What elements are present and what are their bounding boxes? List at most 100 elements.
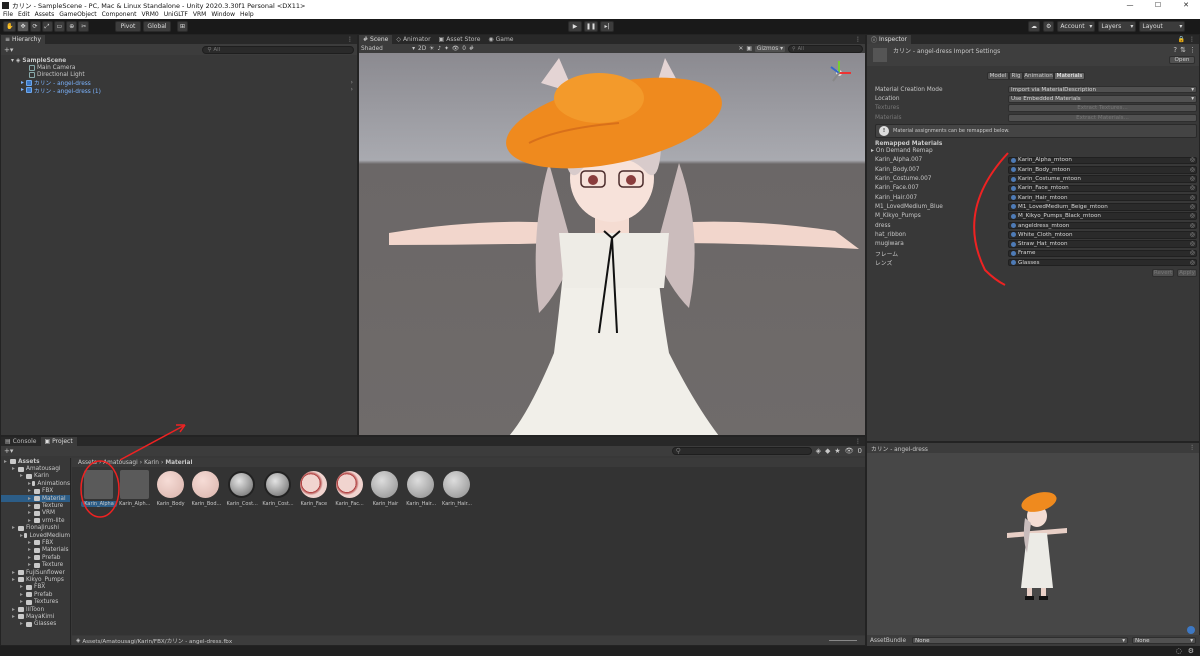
folder-tree-item[interactable]: ▸ MayaKimi: [1, 613, 70, 620]
folder-tree-item[interactable]: ▸ FBX: [1, 488, 70, 495]
asset-item[interactable]: Karin_Cost...: [225, 470, 259, 514]
breadcrumb-item[interactable]: Material: [165, 460, 192, 466]
object-picker-icon[interactable]: ◎: [1190, 176, 1195, 182]
create-button[interactable]: +▾: [4, 46, 13, 54]
remap-material-field[interactable]: Karin_Hair_mtoon ◎: [1008, 193, 1197, 202]
assetbundle-dropdown[interactable]: None ▾: [912, 636, 1128, 645]
tab-materials[interactable]: Materials: [1054, 72, 1085, 80]
context-menu-icon[interactable]: ⋮: [1189, 46, 1196, 54]
object-picker-icon[interactable]: ◎: [1190, 204, 1195, 210]
remap-material-field[interactable]: White_Cloth_mtoon ◎: [1008, 231, 1197, 239]
close-button[interactable]: ✕: [1172, 0, 1200, 10]
camera-settings-icon[interactable]: ✕: [739, 46, 744, 52]
mode-2d-toggle[interactable]: 2D: [418, 46, 426, 52]
menu-unigltf[interactable]: UniGLTF: [164, 11, 188, 18]
asset-item[interactable]: Karin_Fac...: [333, 470, 367, 514]
scene-camera-icon[interactable]: ▣: [746, 46, 751, 52]
layers-dropdown[interactable]: Layers ▾: [1098, 21, 1137, 32]
material-creation-mode-dropdown[interactable]: Import via MaterialDescription ▾: [1008, 85, 1197, 94]
folder-tree-item[interactable]: ▸ VRM: [1, 510, 70, 517]
create-button[interactable]: +▾: [4, 447, 13, 455]
filter-by-label-icon[interactable]: ◆: [825, 447, 830, 455]
remap-material-field[interactable]: angeldress_mtoon ◎: [1008, 221, 1197, 230]
tab-rig[interactable]: Rig: [1009, 72, 1023, 80]
hierarchy-search-input[interactable]: ⚲ All: [202, 45, 354, 54]
folder-tree-item[interactable]: ▸ lilToon: [1, 606, 70, 613]
hidden-packages-icon[interactable]: 👁: [845, 447, 854, 455]
collab-icon[interactable]: ⚙: [1043, 21, 1055, 32]
object-picker-icon[interactable]: ◎: [1190, 157, 1195, 163]
lighting-toggle-icon[interactable]: ☀: [429, 46, 434, 52]
minimize-button[interactable]: —: [1116, 0, 1144, 10]
custom-tool-icon[interactable]: ✂: [78, 21, 90, 32]
breadcrumb-item[interactable]: Karin: [144, 460, 159, 466]
remap-material-field[interactable]: Straw_Hat_mtoon ◎: [1008, 240, 1197, 248]
asset-item[interactable]: Karin_Hair: [368, 470, 402, 514]
gizmos-dropdown[interactable]: Gizmos ▾: [754, 45, 785, 52]
object-picker-icon[interactable]: ◎: [1190, 167, 1195, 173]
object-picker-icon[interactable]: ◎: [1190, 250, 1195, 256]
folder-tree-item[interactable]: ▸ Kikyo_Pumps: [1, 576, 70, 583]
layout-dropdown[interactable]: Layout ▾: [1139, 21, 1186, 32]
preview-menu-icon[interactable]: ⋮: [1189, 445, 1195, 451]
remap-material-field[interactable]: M_Kikyo_Pumps_Black_mtoon ◎: [1008, 212, 1197, 220]
hierarchy-scene-row[interactable]: ▾ ◈ SampleScene: [1, 57, 357, 64]
folder-tree-item[interactable]: ▸ FBX: [1, 584, 70, 591]
hand-tool-icon[interactable]: ✋: [3, 21, 17, 32]
open-button[interactable]: Open: [1169, 56, 1195, 64]
scene-viewport[interactable]: [359, 53, 865, 435]
folder-tree-item[interactable]: ▸ FujiSunflower: [1, 569, 70, 576]
thumbnail-size-slider[interactable]: [829, 640, 857, 641]
remap-material-field[interactable]: Karin_Costume_mtoon ◎: [1008, 175, 1197, 183]
extract-materials-button[interactable]: Extract Materials...: [1008, 113, 1197, 122]
tab-animation[interactable]: Animation: [1023, 72, 1054, 80]
audio-toggle-icon[interactable]: ♪: [437, 46, 441, 52]
folder-tree-item[interactable]: ▸ Amatousagi: [1, 465, 70, 472]
revert-button[interactable]: Revert: [1152, 269, 1174, 278]
maximize-button[interactable]: ☐: [1144, 0, 1172, 10]
effects-toggle-icon[interactable]: ✦: [444, 46, 449, 52]
folder-tree-item[interactable]: ▸ Karin: [1, 473, 70, 480]
location-dropdown[interactable]: Use Embedded Materials ▾: [1008, 95, 1197, 103]
object-picker-icon[interactable]: ◎: [1190, 260, 1195, 266]
asset-item[interactable]: Karin_Alpha: [81, 470, 117, 514]
breadcrumb-item[interactable]: Assets: [78, 460, 97, 466]
open-prefab-arrow-icon[interactable]: ›: [351, 87, 353, 93]
object-picker-icon[interactable]: ◎: [1190, 223, 1195, 229]
remap-material-field[interactable]: Frame ◎: [1008, 249, 1197, 258]
hierarchy-item[interactable]: Main Camera: [1, 64, 357, 72]
apply-button[interactable]: Apply: [1177, 269, 1197, 278]
remap-material-field[interactable]: Karin_Alpha_mtoon ◎: [1008, 156, 1197, 165]
account-dropdown[interactable]: Account ▾: [1057, 21, 1096, 32]
on-demand-remap-foldout[interactable]: ▸ On Demand Remap: [871, 146, 1197, 155]
tab-hierarchy[interactable]: ≡ Hierarchy: [1, 35, 46, 44]
tab-animator[interactable]: ◇ Animator: [392, 35, 434, 44]
tab-scene[interactable]: # Scene: [359, 35, 393, 44]
menu-gameobject[interactable]: GameObject: [59, 11, 96, 18]
filter-by-type-icon[interactable]: ◈: [816, 447, 821, 455]
rotate-tool-icon[interactable]: ⟳: [29, 21, 41, 32]
play-button[interactable]: ▶: [568, 21, 582, 32]
folder-tree-item[interactable]: ▸ Materials: [1, 547, 70, 554]
grid-snap-icon[interactable]: ⊞: [177, 21, 189, 32]
asset-item[interactable]: Karin_Alph...: [118, 470, 152, 514]
remap-material-field[interactable]: M1_LovedMedium_Beige_mtoon ◎: [1008, 203, 1197, 211]
folder-tree-item[interactable]: ▸ Prefab: [1, 554, 70, 561]
asset-item[interactable]: Karin_Bod...: [189, 470, 223, 514]
status-settings-icon[interactable]: ⚙: [1188, 647, 1194, 655]
rect-tool-icon[interactable]: ▭: [53, 21, 66, 32]
asset-item[interactable]: Karin_Face: [297, 470, 331, 514]
menu-file[interactable]: File: [3, 11, 13, 18]
open-prefab-arrow-icon[interactable]: ›: [351, 80, 353, 86]
folder-tree-item[interactable]: ▸ Glasses: [1, 621, 70, 628]
menu-window[interactable]: Window: [211, 11, 235, 18]
menu-help[interactable]: Help: [240, 11, 254, 18]
folder-tree-item[interactable]: ▸ Prefab: [1, 591, 70, 598]
global-toggle[interactable]: Global: [143, 21, 171, 32]
tab-console[interactable]: ▤ Console: [1, 437, 41, 446]
remap-material-field[interactable]: Glasses ◎: [1008, 258, 1197, 267]
avatar-preview[interactable]: [997, 478, 1077, 603]
menu-edit[interactable]: Edit: [18, 11, 30, 18]
remap-material-field[interactable]: Karin_Face_mtoon ◎: [1008, 184, 1197, 193]
tab-asset-store[interactable]: ▣ Asset Store: [435, 35, 485, 44]
